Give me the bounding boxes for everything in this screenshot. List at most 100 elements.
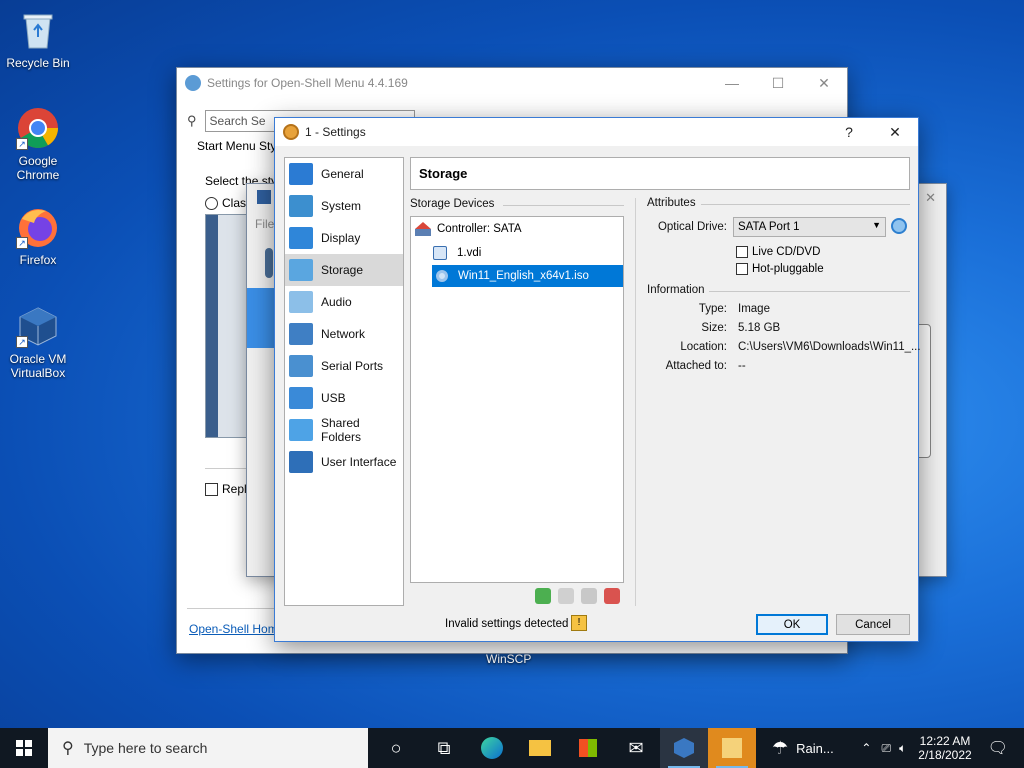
umbrella-icon: ☂ [772, 737, 789, 758]
sidebar-item-general[interactable]: General [285, 158, 403, 190]
openshell-icon [722, 738, 742, 758]
radio-circle [205, 196, 218, 210]
search-placeholder: Type here to search [83, 740, 208, 756]
taskbar-edge[interactable] [468, 728, 516, 768]
sidebar-item-user-interface[interactable]: User Interface [285, 446, 403, 478]
vm-settings-dialog[interactable]: 1 - Settings ? ✕ General System Display … [274, 117, 921, 642]
attributes-label: Attributes [647, 197, 696, 209]
volume-icon[interactable]: 🔈︎ [899, 741, 906, 756]
chevron-down-icon: ▼ [872, 220, 881, 230]
sidebar-item-label: General [321, 167, 364, 181]
sidebar-item-serial-ports[interactable]: Serial Ports [285, 350, 403, 382]
storage-tree[interactable]: Controller: SATA 1.vdi Win11_English_x64… [410, 216, 624, 583]
sidebar-item-display[interactable]: Display [285, 222, 403, 254]
sidebar-item-system[interactable]: System [285, 190, 403, 222]
live-cd-label: Live CD/DVD [752, 246, 821, 258]
remove-controller-icon[interactable] [558, 588, 574, 604]
usb-icon [289, 387, 313, 409]
sidebar-item-label: Serial Ports [321, 359, 384, 373]
openshell-tab[interactable]: Start Menu Sty [197, 139, 276, 153]
sidebar-item-shared-folders[interactable]: Shared Folders [285, 414, 403, 446]
live-cd-checkbox[interactable]: Live CD/DVD [736, 246, 820, 258]
network-icon [289, 323, 313, 345]
desktop-icon-virtualbox[interactable]: ↗ Oracle VM VirtualBox [0, 304, 76, 380]
dialog-title: 1 - Settings [305, 125, 366, 139]
desktop-icon-chrome[interactable]: ↗ Google Chrome [0, 106, 76, 182]
page-title: Storage [410, 157, 910, 190]
choose-disk-icon[interactable] [891, 218, 907, 234]
taskbar-mail[interactable]: ✉ [612, 728, 660, 768]
storage-devices-line [503, 205, 624, 206]
vbox-tool-icon[interactable] [265, 248, 273, 278]
display-icon [289, 227, 313, 249]
clock-date: 2/18/2022 [918, 748, 972, 762]
vbox-file-menu[interactable]: File [255, 217, 274, 231]
desktop-icon-recycle-bin[interactable]: Recycle Bin [0, 8, 76, 70]
chevron-up-icon[interactable]: ⌃ [861, 741, 871, 755]
taskbar-search-input[interactable]: ⚲ Type here to search [48, 728, 368, 768]
openshell-titlebar[interactable]: Settings for Open-Shell Menu 4.4.169 — ☐… [177, 68, 847, 98]
start-button[interactable] [0, 728, 48, 768]
desktop-icon-label: Oracle VM VirtualBox [9, 352, 67, 380]
warning-icon[interactable]: ! [571, 615, 587, 631]
close-button[interactable]: ✕ [801, 68, 847, 98]
sidebar-item-audio[interactable]: Audio [285, 286, 403, 318]
vbox-logo-icon [257, 190, 271, 204]
information-line [709, 291, 910, 292]
dialog-close-button[interactable]: ✕ [872, 118, 918, 146]
remove-attachment-icon[interactable] [604, 588, 620, 604]
sidebar-item-usb[interactable]: USB [285, 382, 403, 414]
task-view-button[interactable]: ⧉ [420, 728, 468, 768]
tree-disk-vdi[interactable]: 1.vdi [433, 242, 623, 264]
tree-optical-iso[interactable]: Win11_English_x64v1.iso [432, 265, 623, 287]
hot-pluggable-label: Hot-pluggable [752, 263, 824, 275]
desktop-icon-firefox[interactable]: ↗ Firefox [0, 205, 76, 267]
settings-sidebar: General System Display Storage Audio Net… [284, 157, 404, 606]
tree-controller-sata[interactable]: Controller: SATA [415, 218, 623, 240]
serial-port-icon [289, 355, 313, 377]
taskbar-store[interactable] [564, 728, 612, 768]
taskbar-virtualbox[interactable] [660, 728, 708, 768]
mail-icon: ✉ [628, 737, 644, 758]
optical-drive-label: Optical Drive: [657, 221, 727, 233]
preview-strip [206, 215, 218, 437]
settings-gear-icon [283, 124, 299, 140]
search-icon: ⚲ [62, 740, 74, 757]
optical-drive-select[interactable]: SATA Port 1 ▼ [733, 217, 886, 237]
add-controller-icon[interactable] [535, 588, 551, 604]
ok-button[interactable]: OK [756, 614, 828, 635]
checkbox-box [736, 263, 748, 275]
edge-icon [481, 737, 503, 759]
hot-pluggable-checkbox[interactable]: Hot-pluggable [736, 263, 824, 275]
dialog-titlebar[interactable]: 1 - Settings ? ✕ [275, 118, 918, 146]
clock[interactable]: 12:22 AM 2/18/2022 [918, 734, 971, 762]
sidebar-item-storage[interactable]: Storage [285, 254, 403, 286]
add-attachment-icon[interactable] [581, 588, 597, 604]
storage-devices-label: Storage Devices [410, 198, 495, 210]
notification-icon[interactable]: 🗨︎ [988, 738, 1008, 758]
sidebar-item-label: Shared Folders [320, 416, 361, 444]
openshell-home-link[interactable]: Open-Shell Hom [189, 622, 278, 636]
info-type-label: Type: [698, 303, 727, 315]
sidebar-item-network[interactable]: Network [285, 318, 403, 350]
general-icon [289, 163, 313, 185]
network-icon[interactable]: ⎚ [881, 741, 891, 756]
disk-label: 1.vdi [457, 247, 482, 259]
task-view-icon: ⧉ [437, 737, 451, 758]
winscp-desktop-label[interactable]: WinSCP [486, 652, 531, 666]
cortana-button[interactable]: ○ [372, 728, 420, 768]
audio-icon [289, 291, 313, 313]
panel-divider [635, 198, 636, 606]
maximize-button[interactable]: ☐ [755, 68, 801, 98]
minimize-button[interactable]: — [709, 68, 755, 98]
vbox-close-button[interactable]: ✕ [925, 190, 936, 206]
sidebar-item-label: Storage [321, 263, 364, 277]
help-button[interactable]: ? [826, 118, 872, 146]
folder-icon [289, 419, 313, 441]
taskbar-openshell[interactable] [708, 728, 756, 768]
desktop-icon-label: Firefox [19, 253, 57, 267]
weather-widget[interactable]: ☂ Rain... [772, 738, 834, 759]
openshell-title: Settings for Open-Shell Menu 4.4.169 [207, 76, 408, 90]
cancel-button[interactable]: Cancel [836, 614, 910, 635]
taskbar-file-explorer[interactable] [516, 728, 564, 768]
